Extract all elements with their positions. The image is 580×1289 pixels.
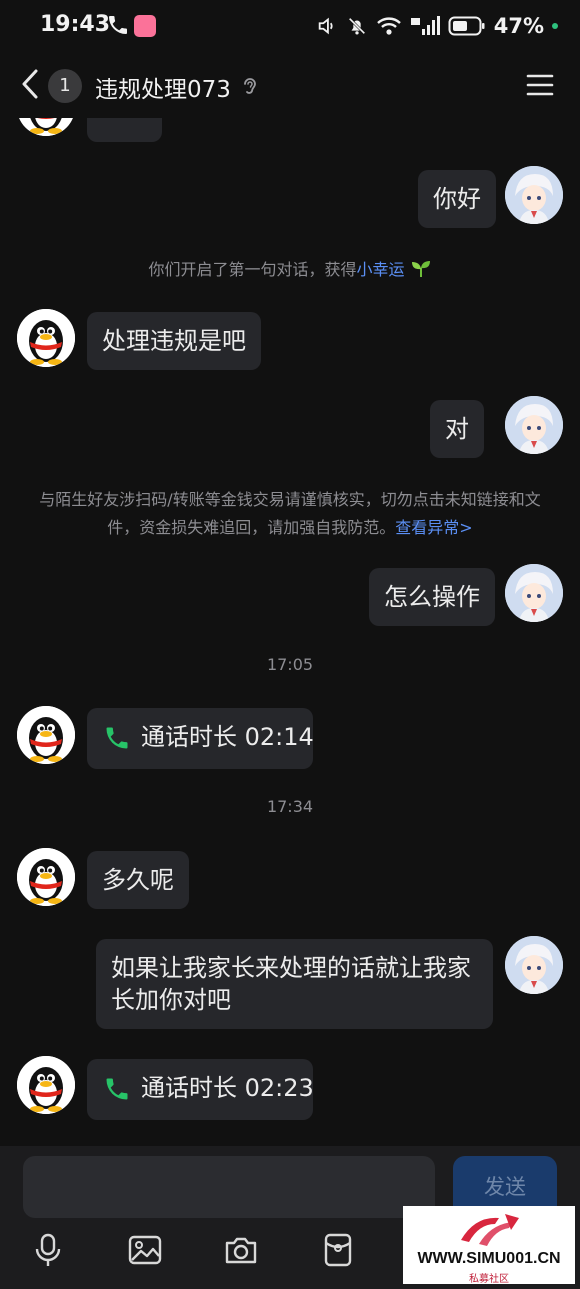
wifi-icon [376, 17, 401, 35]
watermark-subtext: 私募社区 [469, 1274, 509, 1285]
anime-character-avatar-icon [505, 166, 563, 224]
chat-header: 1 违规处理073 [0, 52, 580, 118]
contact-message-bubble[interactable]: 处理违规是吧 [87, 312, 261, 370]
view-anomaly-link[interactable]: 查看异常> [395, 518, 472, 537]
status-time: 19:43 [40, 12, 111, 37]
my-avatar[interactable] [505, 564, 563, 622]
my-message-bubble[interactable]: 怎么操作 [369, 568, 495, 626]
watermark-text: WWW.SIMU001.CN [417, 1250, 561, 1267]
call-record-bubble[interactable]: 通话时长 02:23 [87, 1059, 314, 1120]
message-list[interactable]: 你好 你们开启了第一句对话，获得小幸运 处理违规是吧 对 与陌生好友涉扫码/转账… [0, 118, 580, 1146]
status-right-group: 47% [316, 12, 558, 40]
message-input[interactable] [23, 1156, 435, 1218]
my-avatar[interactable] [505, 396, 563, 454]
privacy-indicator-dot [552, 23, 558, 29]
system-notice-text: 你们开启了第一句对话，获得 [148, 260, 357, 279]
ear-listening-icon[interactable] [241, 76, 259, 98]
unread-count-badge[interactable]: 1 [48, 69, 82, 103]
mute-bell-icon [348, 17, 366, 35]
contact-avatar[interactable] [17, 706, 75, 764]
contact-message-bubble[interactable]: 多久呢 [87, 851, 189, 909]
call-duration-text: 通话时长 02:23 [141, 1074, 314, 1102]
status-bar: 19:43 47% [0, 0, 580, 52]
watermark-logo-icon [461, 1214, 519, 1246]
lucky-link[interactable]: 小幸运 [356, 260, 404, 279]
system-notice: 你们开启了第一句对话，获得小幸运 [0, 256, 580, 284]
phone-icon [106, 1078, 128, 1100]
phone-icon [106, 727, 128, 749]
qq-penguin-avatar-icon [17, 706, 75, 764]
call-record-bubble[interactable]: 通话时长 02:14 [87, 708, 314, 769]
red-packet-icon[interactable] [320, 1232, 356, 1268]
phone-call-status-icon [109, 16, 127, 34]
my-message-bubble[interactable]: 如果让我家长来处理的话就让我家长加你对吧 [96, 939, 493, 1029]
qq-penguin-avatar-icon [17, 309, 75, 367]
my-message-bubble[interactable]: 对 [430, 400, 484, 458]
my-message-bubble[interactable]: 你好 [418, 170, 496, 228]
camera-icon[interactable] [223, 1232, 259, 1268]
hamburger-menu-icon[interactable] [526, 72, 554, 98]
contact-avatar[interactable] [17, 848, 75, 906]
my-avatar[interactable] [505, 936, 563, 994]
timestamp: 17:34 [266, 797, 314, 816]
volume-icon [318, 17, 333, 35]
back-chevron-icon[interactable] [16, 66, 46, 102]
contact-avatar[interactable] [17, 118, 75, 136]
chat-title[interactable]: 违规处理073 [95, 70, 231, 104]
battery-percent: 47% [493, 14, 544, 38]
microphone-icon[interactable] [30, 1232, 66, 1268]
anime-character-avatar-icon [505, 564, 563, 622]
qq-penguin-avatar-icon [17, 848, 75, 906]
qq-penguin-avatar-icon [17, 118, 75, 136]
safety-warning: 与陌生好友涉扫码/转账等金钱交易请谨慎核实，切勿点击未知链接和文件，资金损失难追… [30, 486, 550, 542]
call-duration-text: 通话时长 02:14 [141, 723, 314, 751]
watermark: WWW.SIMU001.CN 私募社区 [403, 1206, 575, 1285]
anime-character-avatar-icon [505, 936, 563, 994]
signal-5g-icon [410, 16, 440, 35]
contact-avatar[interactable] [17, 1056, 75, 1114]
qq-penguin-avatar-icon [17, 1056, 75, 1114]
battery-icon [448, 16, 485, 36]
bilibili-app-icon [134, 15, 156, 37]
timestamp: 17:05 [266, 655, 314, 674]
contact-avatar[interactable] [17, 309, 75, 367]
anime-character-avatar-icon [505, 396, 563, 454]
my-avatar[interactable] [505, 166, 563, 224]
sprout-icon [411, 261, 430, 277]
image-gallery-icon[interactable] [127, 1232, 163, 1268]
message-bubble-clipped[interactable] [87, 118, 162, 142]
